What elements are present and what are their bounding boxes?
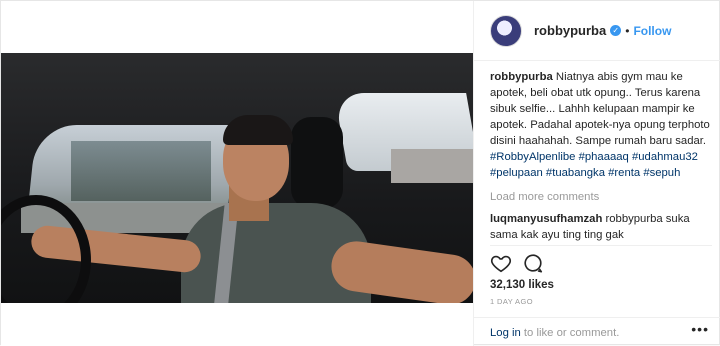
login-prompt-text: to like or comment. <box>520 327 620 339</box>
verified-badge-icon: ✓ <box>610 25 622 36</box>
comment-bubble-icon[interactable] <box>522 252 544 274</box>
avatar[interactable] <box>490 14 522 47</box>
follow-button[interactable]: Follow <box>633 24 671 38</box>
caption-username[interactable]: robbypurba <box>490 71 553 83</box>
comment: luqmanyusufhamzah robbypurba suka sama k… <box>490 211 712 243</box>
comment-username[interactable]: luqmanyusufhamzah <box>490 213 602 225</box>
hashtag[interactable]: #udahmau32 <box>632 151 698 163</box>
heart-icon[interactable] <box>490 252 512 274</box>
separator-dot: • <box>625 23 630 38</box>
comments-section: robbypurba Niatnya abis gym mau ke apote… <box>490 69 712 243</box>
hashtag[interactable]: #sepuh <box>643 167 680 179</box>
load-more-comments-button[interactable]: Load more comments <box>490 189 712 205</box>
ellipsis-icon[interactable]: ••• <box>691 321 709 337</box>
hashtag[interactable]: #renta <box>608 167 640 179</box>
post-card: robbypurba ✓ • Follow robbypurba Niatnya… <box>0 0 720 346</box>
post-header: robbypurba ✓ • Follow <box>474 1 720 61</box>
username-link[interactable]: robbypurba <box>534 23 606 38</box>
hashtag[interactable]: #phaaaaq <box>579 151 629 163</box>
post-photo-area <box>1 1 473 346</box>
post-photo[interactable] <box>1 53 473 303</box>
login-link[interactable]: Log in <box>490 327 521 339</box>
likes-count[interactable]: 32,130 likes <box>490 279 554 291</box>
caption: robbypurba Niatnya abis gym mau ke apote… <box>490 69 712 181</box>
action-bar <box>490 245 712 274</box>
login-prompt: Log in to like or comment. <box>474 317 720 339</box>
hashtag[interactable]: #tuabangka <box>546 167 605 179</box>
timestamp[interactable]: 1 DAY AGO <box>490 297 533 306</box>
post-sidebar: robbypurba ✓ • Follow robbypurba Niatnya… <box>473 1 720 346</box>
hashtag[interactable]: #pelupaan <box>490 167 543 179</box>
hashtag[interactable]: #RobbyAlpenlibe <box>490 151 575 163</box>
